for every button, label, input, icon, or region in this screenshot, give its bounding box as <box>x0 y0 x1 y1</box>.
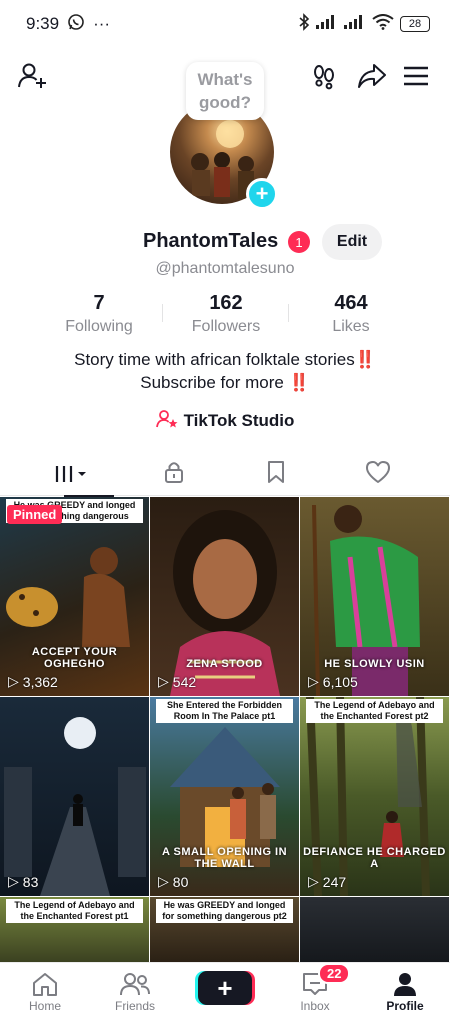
view-count: ▷ 247 <box>308 873 346 890</box>
view-count-value: 247 <box>322 873 347 890</box>
username: PhantomTales <box>143 230 279 252</box>
signal-icon <box>316 14 338 34</box>
tiktok-studio-link[interactable]: TikTok Studio <box>0 408 450 434</box>
edit-profile-button[interactable]: Edit <box>322 224 382 260</box>
view-count: ▷ 83 <box>8 873 38 890</box>
video-overlay-text: DEFIANCE HE CHARGED A <box>303 846 446 870</box>
profile-bio: Story time with african folktale stories… <box>0 348 450 394</box>
more-notifications-icon: ··· <box>93 14 111 33</box>
stat-value: 7 <box>93 292 105 314</box>
signal-icon-2 <box>344 14 366 34</box>
content-tabs <box>0 452 450 497</box>
video-overlay-text: ZENA STOOD <box>186 658 263 670</box>
add-story-button[interactable]: + <box>246 178 278 210</box>
bio-line-1: Story time with african folktale stories <box>74 350 355 369</box>
tab-favorites[interactable] <box>220 452 332 496</box>
video-tile[interactable]: ZENA STOOD ▷ 542 <box>150 497 299 696</box>
nav-inbox[interactable]: Inbox 22 <box>270 963 360 1013</box>
video-tile[interactable]: The Legend of Adebayo and the Enchanted … <box>300 697 449 896</box>
profile-icon <box>360 969 450 999</box>
stat-value: 464 <box>334 292 368 314</box>
video-overlay-text: A SMALL OPENING IN THE WALL <box>161 846 288 870</box>
view-count: ▷ 80 <box>158 873 188 890</box>
double-exclamation-icon: ‼️ <box>288 373 310 392</box>
stat-label: Followers <box>191 318 261 335</box>
menu-icon[interactable] <box>398 58 434 94</box>
video-caption: The Legend of Adebayo and the Enchanted … <box>6 899 143 923</box>
profile-name-row: PhantomTales 1 Edit <box>0 224 450 260</box>
nav-friends[interactable]: Friends <box>90 969 180 1013</box>
stat-likes[interactable]: 464 Likes <box>281 292 421 336</box>
play-icon: ▷ <box>308 673 319 689</box>
view-count-value: 542 <box>172 673 197 690</box>
view-count-value: 3,362 <box>22 673 58 690</box>
friends-icon <box>90 969 180 999</box>
footprints-icon[interactable] <box>306 58 342 94</box>
wifi-icon <box>372 13 394 35</box>
heart-icon <box>365 460 391 489</box>
status-prompt-bubble[interactable]: What's good? <box>186 62 264 120</box>
whatsapp-icon <box>67 13 85 36</box>
stat-following[interactable]: 7 Following <box>29 292 169 336</box>
tab-videos[interactable] <box>18 452 130 497</box>
share-icon[interactable] <box>354 58 390 94</box>
nav-home[interactable]: Home <box>0 969 90 1013</box>
notification-badge[interactable]: 1 <box>288 231 310 253</box>
nav-profile[interactable]: Profile <box>360 969 450 1013</box>
play-icon: ▷ <box>308 873 319 889</box>
video-tile[interactable]: ▷ 83 <box>0 697 149 896</box>
status-bar: 9:39 ··· 28 <box>0 0 450 48</box>
video-tile[interactable]: She Entered the Forbidden Room In The Pa… <box>150 697 299 896</box>
lock-icon <box>163 460 185 489</box>
play-icon: ▷ <box>8 873 19 889</box>
add-friend-icon[interactable] <box>14 58 50 94</box>
bio-line-2: Subscribe for more <box>140 373 289 392</box>
bottom-navigation: Home Friends + Inbox 22 Profile <box>0 962 450 1024</box>
video-tile[interactable]: He was GREEDY and longed for something d… <box>150 897 299 963</box>
video-overlay-text: ACCEPT YOUR OGHEGHO <box>31 646 118 670</box>
status-time: 9:39 <box>26 14 60 33</box>
video-tile[interactable]: The Legend of Adebayo and the Enchanted … <box>0 897 149 963</box>
profile-stats: 7 Following 162 Followers 464 Likes <box>0 292 450 336</box>
bluetooth-icon <box>298 12 310 36</box>
view-count: ▷ 542 <box>158 673 196 690</box>
studio-label: TikTok Studio <box>183 411 295 430</box>
create-button[interactable]: + <box>198 971 252 1005</box>
bubble-line-1: What's <box>197 70 253 89</box>
video-tile[interactable]: He was GREEDY and longed for something d… <box>0 497 149 696</box>
play-icon: ▷ <box>158 673 169 689</box>
nav-inbox-label: Inbox <box>300 999 330 1013</box>
pinned-badge: Pinned <box>7 505 63 524</box>
video-caption: The Legend of Adebayo and the Enchanted … <box>306 699 443 723</box>
stat-label: Following <box>65 318 133 335</box>
stat-followers[interactable]: 162 Followers <box>156 292 296 336</box>
play-icon: ▷ <box>158 873 169 889</box>
stat-value: 162 <box>209 292 243 314</box>
tab-private[interactable] <box>118 452 230 496</box>
studio-icon <box>155 409 178 434</box>
nav-home-label: Home <box>28 999 61 1013</box>
bubble-line-2: good? <box>199 93 251 112</box>
stat-label: Likes <box>332 318 370 335</box>
bookmark-icon <box>266 460 286 489</box>
video-tile[interactable] <box>300 897 449 963</box>
view-count-value: 83 <box>22 873 39 890</box>
inbox-badge: 22 <box>318 963 351 984</box>
view-count-value: 6,105 <box>322 673 358 690</box>
nav-friends-label: Friends <box>114 999 155 1013</box>
nav-profile-label: Profile <box>386 999 424 1013</box>
view-count-value: 80 <box>172 873 189 890</box>
battery-icon: 28 <box>400 16 430 32</box>
video-caption: She Entered the Forbidden Room In The Pa… <box>156 699 293 723</box>
view-count: ▷ 3,362 <box>8 673 58 690</box>
video-caption: He was GREEDY and longed for something d… <box>156 899 293 923</box>
view-count: ▷ 6,105 <box>308 673 358 690</box>
double-exclamation-icon: ‼️ <box>354 350 376 369</box>
video-overlay-text: HE SLOWLY USIN <box>324 658 425 670</box>
home-icon <box>0 969 90 999</box>
tab-liked[interactable] <box>322 452 434 496</box>
video-tile[interactable]: HE SLOWLY USIN ▷ 6,105 <box>300 497 449 696</box>
profile-handle: @phantomtalesuno <box>155 260 295 277</box>
play-icon: ▷ <box>8 673 19 689</box>
